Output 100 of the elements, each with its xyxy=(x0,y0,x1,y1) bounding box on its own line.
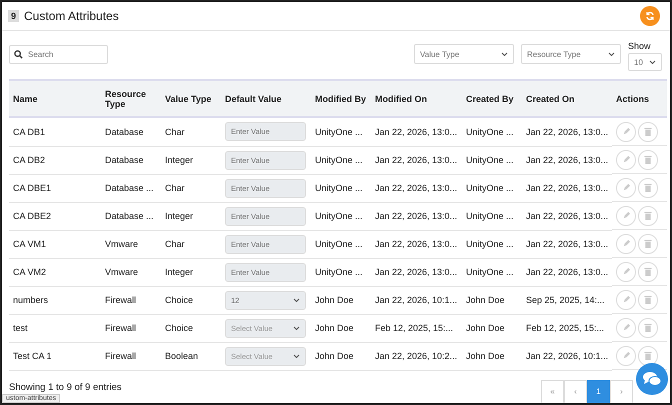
table-cell: Database ... xyxy=(101,174,161,202)
chevron-icon xyxy=(293,354,300,358)
delete-button[interactable] xyxy=(638,318,658,338)
trash-icon xyxy=(644,295,652,304)
chevron-icon xyxy=(293,298,300,302)
table-cell: Char xyxy=(161,117,221,146)
table-cell: UnityOne ... xyxy=(462,174,522,202)
table-cell: Vmware xyxy=(101,258,161,286)
page-size-dropdown[interactable]: 10 xyxy=(628,53,662,71)
delete-button[interactable] xyxy=(638,150,658,170)
column-header: Default Value xyxy=(221,80,311,117)
table-cell: John Doe xyxy=(462,314,522,342)
edit-button[interactable] xyxy=(616,346,636,366)
chevron-icon xyxy=(293,326,300,330)
page-button[interactable]: 1 xyxy=(587,380,610,403)
table-cell: UnityOne ... xyxy=(311,202,371,230)
table-cell: Sep 25, 2025, 14:... xyxy=(522,286,612,314)
chat-icon xyxy=(642,371,662,387)
delete-button[interactable] xyxy=(638,346,658,366)
table-cell: Choice xyxy=(161,286,221,314)
trash-icon xyxy=(644,239,652,248)
pencil-icon xyxy=(622,295,630,304)
entries-summary: Showing 1 to 9 of 9 entries xyxy=(9,382,122,392)
edit-button[interactable] xyxy=(616,318,636,338)
table-cell: Choice xyxy=(161,314,221,342)
column-header: Modified By xyxy=(311,80,371,117)
column-header: Created By xyxy=(462,80,522,117)
table-cell: Database xyxy=(101,117,161,146)
table-cell: Jan 22, 2026, 13:0... xyxy=(522,258,612,286)
table-cell: CA DB1 xyxy=(9,117,101,146)
trash-icon xyxy=(644,183,652,192)
edit-button[interactable] xyxy=(616,150,636,170)
column-header: Value Type xyxy=(161,80,221,117)
table-cell: Feb 12, 2025, 15:... xyxy=(522,314,612,342)
edit-button[interactable] xyxy=(616,262,636,282)
delete-button[interactable] xyxy=(638,178,658,198)
table-cell: Jan 22, 2026, 13:0... xyxy=(522,146,612,174)
table-cell: UnityOne ... xyxy=(462,202,522,230)
table-cell: John Doe xyxy=(311,314,371,342)
pencil-icon xyxy=(622,211,630,220)
delete-button[interactable] xyxy=(638,206,658,226)
table-cell: Jan 22, 2026, 13:0... xyxy=(522,230,612,258)
table-cell: Boolean xyxy=(161,342,221,370)
filter-dropdown[interactable]: Resource Type xyxy=(521,44,621,64)
table-cell: Jan 22, 2026, 10:1... xyxy=(371,286,462,314)
table-cell: Database ... xyxy=(101,202,161,230)
pencil-icon xyxy=(622,239,630,248)
trash-icon xyxy=(644,323,652,332)
delete-button[interactable] xyxy=(638,262,658,282)
table-cell: Jan 22, 2026, 13:0... xyxy=(522,117,612,146)
table-cell: UnityOne ... xyxy=(462,117,522,146)
table-cell: John Doe xyxy=(462,286,522,314)
page-button[interactable]: › xyxy=(610,380,633,403)
edit-button[interactable] xyxy=(616,178,636,198)
edit-button[interactable] xyxy=(616,290,636,310)
pencil-icon xyxy=(622,127,630,136)
chat-button[interactable] xyxy=(636,363,668,395)
edit-button[interactable] xyxy=(616,206,636,226)
table-cell: UnityOne ... xyxy=(311,230,371,258)
refresh-icon xyxy=(645,11,655,21)
table-cell: Jan 22, 2026, 13:0... xyxy=(371,230,462,258)
trash-icon xyxy=(644,211,652,220)
search-field[interactable]: Search xyxy=(9,45,108,64)
table-cell: John Doe xyxy=(462,342,522,370)
page-button[interactable]: « xyxy=(541,380,564,403)
column-header: Actions xyxy=(612,80,667,117)
table-cell: Jan 22, 2026, 13:0... xyxy=(371,146,462,174)
table-cell: Feb 12, 2025, 15:... xyxy=(371,314,462,342)
edit-button[interactable] xyxy=(616,234,636,254)
table-cell: Jan 22, 2026, 13:0... xyxy=(522,174,612,202)
delete-button[interactable] xyxy=(638,122,658,142)
table-cell: test xyxy=(9,314,101,342)
chevron-icon xyxy=(501,52,508,56)
pencil-icon xyxy=(622,155,630,164)
page-button[interactable]: ‹ xyxy=(564,380,587,403)
delete-button[interactable] xyxy=(638,234,658,254)
table-cell: UnityOne ... xyxy=(462,230,522,258)
table-cell: Test CA 1 xyxy=(9,342,101,370)
column-header: Created On xyxy=(522,80,612,117)
table-cell: Firewall xyxy=(101,286,161,314)
pencil-icon xyxy=(622,323,630,332)
show-label: Show xyxy=(628,41,652,51)
trash-icon xyxy=(644,127,652,136)
count-badge: 9 xyxy=(8,10,20,22)
pencil-icon xyxy=(622,183,630,192)
table-cell: John Doe xyxy=(311,342,371,370)
refresh-button[interactable] xyxy=(640,6,660,26)
table-cell: Jan 22, 2026, 10:2... xyxy=(371,342,462,370)
table-cell: Jan 22, 2026, 10:1... xyxy=(522,342,612,370)
delete-button[interactable] xyxy=(638,290,658,310)
table-cell: Jan 22, 2026, 13:0... xyxy=(522,202,612,230)
table-cell: Integer xyxy=(161,202,221,230)
table-cell: Jan 22, 2026, 13:0... xyxy=(371,258,462,286)
table-cell: CA DBE1 xyxy=(9,174,101,202)
table-cell: CA DBE2 xyxy=(9,202,101,230)
trash-icon xyxy=(644,351,652,360)
edit-button[interactable] xyxy=(616,122,636,142)
column-header: Modified On xyxy=(371,80,462,117)
filter-dropdown[interactable]: Value Type xyxy=(414,44,514,64)
table-cell: Jan 22, 2026, 13:0... xyxy=(371,117,462,146)
